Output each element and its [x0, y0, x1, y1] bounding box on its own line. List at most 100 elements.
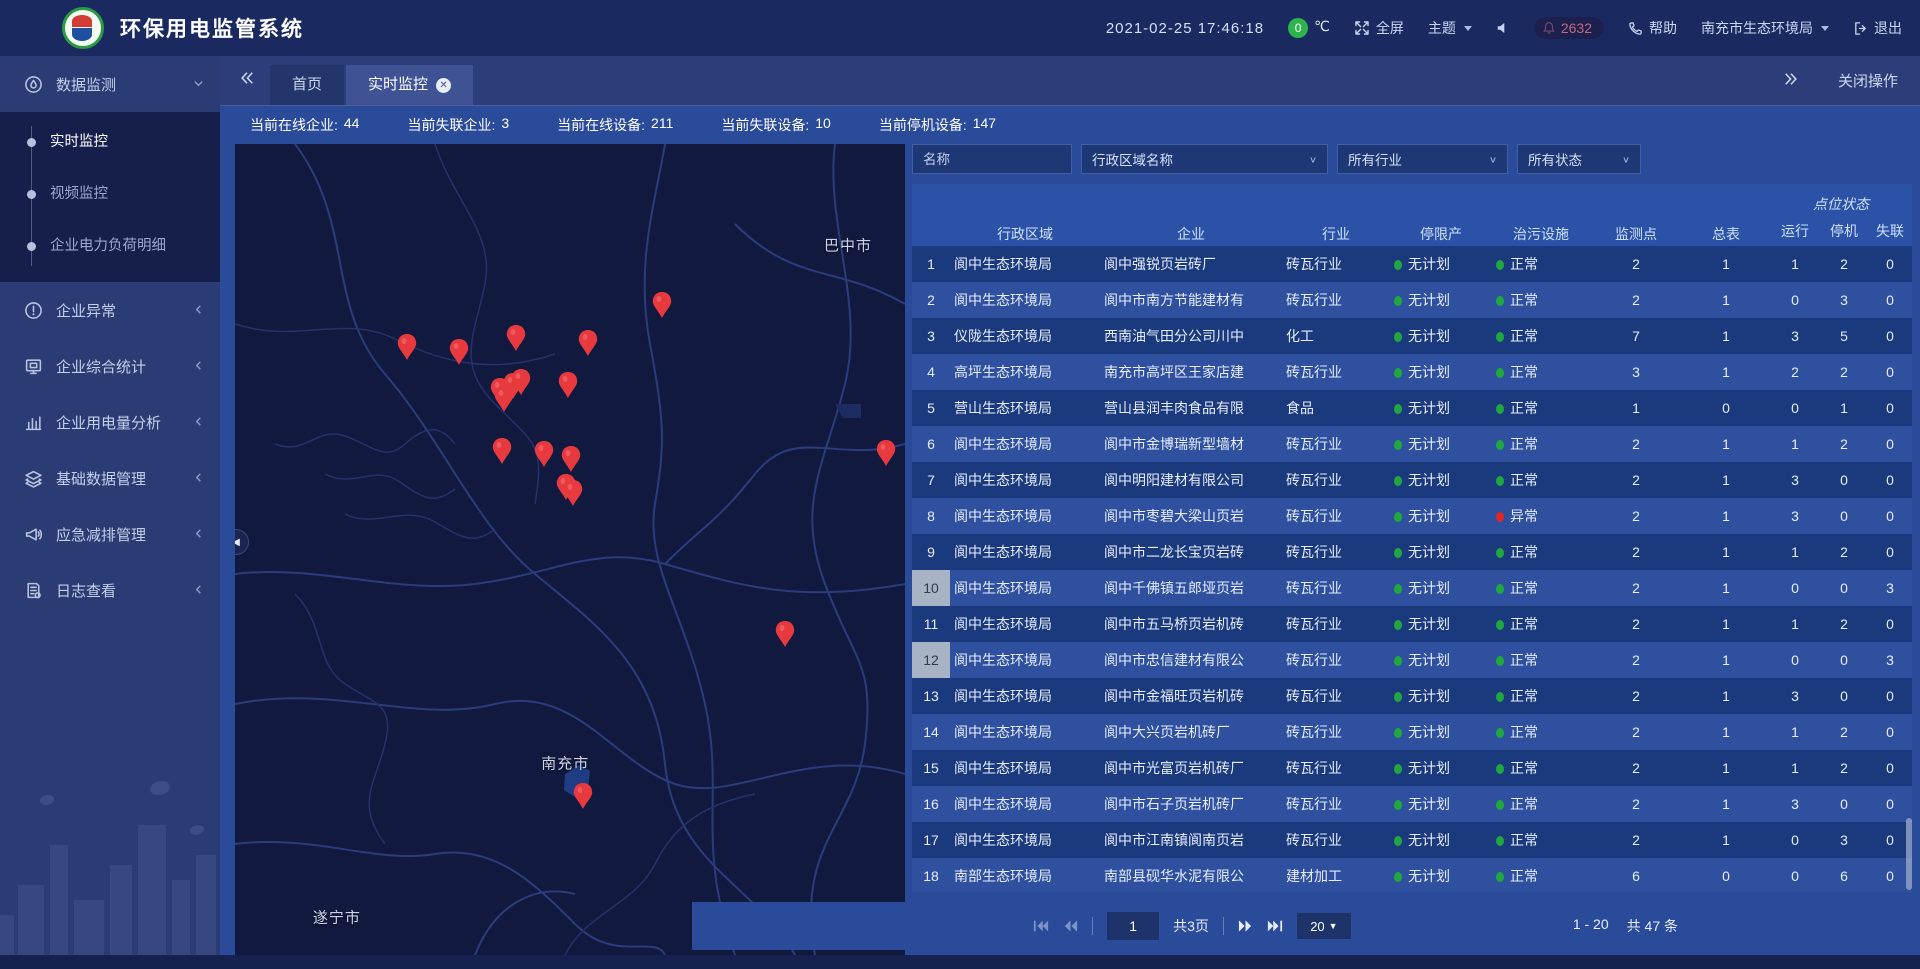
- close-operations-button[interactable]: 关闭操作: [1838, 70, 1898, 91]
- status-filter-select[interactable]: 所有状态 ∨: [1517, 144, 1641, 174]
- alert-icon: [24, 301, 43, 320]
- cell-company: 营山县润丰肉食品有限: [1100, 390, 1282, 426]
- cell-lost-count: 0: [1868, 462, 1912, 498]
- row-index: 18: [912, 858, 950, 892]
- sidebar-item-7[interactable]: 基础数据管理: [0, 450, 220, 506]
- map-pin[interactable]: [561, 446, 581, 472]
- cell-monitor-count: 2: [1590, 462, 1682, 498]
- map-panel[interactable]: 巴中市南充市遂宁市 ◀: [235, 144, 905, 955]
- table-row[interactable]: 18南部生态环境局南部县砚华水泥有限公建材加工无计划正常60060: [912, 858, 1912, 892]
- cell-meter-count: 1: [1682, 786, 1770, 822]
- status-dot: [1496, 620, 1504, 630]
- region-filter-select[interactable]: 行政区域名称 ∨: [1081, 144, 1328, 174]
- sound-button[interactable]: [1496, 21, 1510, 35]
- sidebar-subitem-1[interactable]: 实时监控: [0, 116, 220, 168]
- table-row[interactable]: 9阆中生态环境局阆中市二龙长宝页岩砖砖瓦行业无计划正常21120: [912, 534, 1912, 570]
- cell-company: 南充市高坪区王家店建: [1100, 354, 1282, 390]
- logout-button[interactable]: 退出: [1853, 18, 1902, 38]
- map-pin[interactable]: [876, 440, 896, 466]
- map-pin[interactable]: [573, 783, 593, 809]
- cell-company: 阆中强锐页岩砖厂: [1100, 246, 1282, 282]
- status-dot: [1496, 872, 1504, 882]
- close-tab-icon[interactable]: ✕: [436, 78, 451, 93]
- map-pin[interactable]: [578, 330, 598, 356]
- status-dot: [1496, 656, 1504, 666]
- table-row[interactable]: 14阆中生态环境局阆中大兴页岩机砖厂砖瓦行业无计划正常21120: [912, 714, 1912, 750]
- sidebar-subitem-3[interactable]: 企业电力负荷明细: [0, 220, 220, 272]
- cell-facility-status: 正常: [1492, 714, 1590, 750]
- sidebar-subitem-2[interactable]: 视频监控: [0, 168, 220, 220]
- page-number-input[interactable]: [1107, 912, 1159, 940]
- cell-limit-status: 无计划: [1390, 642, 1492, 678]
- tabs-scroll-left-button[interactable]: [240, 71, 254, 90]
- table-row[interactable]: 6阆中生态环境局阆中市金博瑞新型墙材砖瓦行业无计划正常21120: [912, 426, 1912, 462]
- status-dot: [1496, 836, 1504, 846]
- org-dropdown[interactable]: 南充市生态环境局: [1701, 18, 1829, 38]
- industry-filter-select[interactable]: 所有行业 ∨: [1337, 144, 1508, 174]
- sidebar-item-8[interactable]: 应急减排管理: [0, 506, 220, 562]
- pager-divider: [1223, 917, 1224, 935]
- last-page-button[interactable]: [1267, 919, 1283, 933]
- temperature: 0 ℃: [1288, 18, 1330, 38]
- fullscreen-button[interactable]: 全屏: [1354, 18, 1404, 38]
- name-filter-input[interactable]: [912, 144, 1072, 174]
- page-size-select[interactable]: 20 ▼: [1297, 913, 1351, 939]
- map-pin[interactable]: [558, 372, 578, 398]
- sidebar-item-5[interactable]: 企业综合统计: [0, 338, 220, 394]
- map-pin[interactable]: [775, 621, 795, 647]
- table-row[interactable]: 17阆中生态环境局阆中市江南镇阆南页岩砖瓦行业无计划正常21030: [912, 822, 1912, 858]
- map-pin[interactable]: [511, 369, 531, 395]
- cell-limit-status: 无计划: [1390, 354, 1492, 390]
- cell-industry: 砖瓦行业: [1282, 282, 1390, 318]
- status-dot: [1394, 836, 1402, 846]
- app-logo-icon: [62, 7, 104, 49]
- sidebar-item-9[interactable]: 日志查看: [0, 562, 220, 618]
- table-row[interactable]: 16阆中生态环境局阆中市石子页岩机砖厂砖瓦行业无计划正常21300: [912, 786, 1912, 822]
- sidebar-item-4[interactable]: 企业异常: [0, 282, 220, 338]
- table-row[interactable]: 4高坪生态环境局南充市高坪区王家店建砖瓦行业无计划正常31220: [912, 354, 1912, 390]
- table-row[interactable]: 12阆中生态环境局阆中市忠信建材有限公砖瓦行业无计划正常21003: [912, 642, 1912, 678]
- theme-dropdown[interactable]: 主题: [1428, 18, 1472, 38]
- map-pin[interactable]: [492, 438, 512, 464]
- tab-realtime-monitor[interactable]: 实时监控 ✕: [346, 65, 473, 105]
- cell-lost-count: 0: [1868, 750, 1912, 786]
- map-pin[interactable]: [506, 325, 526, 351]
- map-pin[interactable]: [494, 386, 514, 412]
- help-button[interactable]: 帮助: [1628, 18, 1677, 38]
- tabs-scroll-right-button[interactable]: [1784, 72, 1798, 90]
- table-row[interactable]: 11阆中生态环境局阆中市五马桥页岩机砖砖瓦行业无计划正常21120: [912, 606, 1912, 642]
- sidebar-item-label: 企业用电量分析: [56, 412, 161, 433]
- cell-meter-count: 1: [1682, 642, 1770, 678]
- cell-region: 阆中生态环境局: [950, 606, 1100, 642]
- map-pin[interactable]: [534, 441, 554, 467]
- pager-divider: [1092, 917, 1093, 935]
- table-row[interactable]: 1阆中生态环境局阆中强锐页岩砖厂砖瓦行业无计划正常21120: [912, 246, 1912, 282]
- first-page-button[interactable]: [1033, 919, 1049, 933]
- table-row[interactable]: 3仪陇生态环境局西南油气田分公司川中化工无计划正常71350: [912, 318, 1912, 354]
- chevron-left-icon: [193, 584, 204, 595]
- prev-page-button[interactable]: [1063, 919, 1078, 933]
- map-pin[interactable]: [652, 292, 672, 318]
- map-pin[interactable]: [563, 480, 583, 506]
- map-pin[interactable]: [397, 334, 417, 360]
- cell-monitor-count: 2: [1590, 498, 1682, 534]
- enterprise-table-wrap: 行政区域 企业 行业 停限产 治污设施 监测点 总表 点位状态 运行 停机 失联: [912, 184, 1912, 892]
- sidebar-item-0[interactable]: 数据监测: [0, 56, 220, 112]
- notifications-badge[interactable]: 2632: [1534, 17, 1604, 39]
- table-row[interactable]: 13阆中生态环境局阆中市金福旺页岩机砖砖瓦行业无计划正常21300: [912, 678, 1912, 714]
- sidebar-item-6[interactable]: 企业用电量分析: [0, 394, 220, 450]
- table-row[interactable]: 5营山生态环境局营山县润丰肉食品有限食品无计划正常10010: [912, 390, 1912, 426]
- table-row[interactable]: 8阆中生态环境局阆中市枣碧大梁山页岩砖瓦行业无计划异常21300: [912, 498, 1912, 534]
- next-page-button[interactable]: [1238, 919, 1253, 933]
- cell-lost-count: 0: [1868, 606, 1912, 642]
- stat-value: 3: [501, 115, 509, 135]
- table-row[interactable]: 2阆中生态环境局阆中市南方节能建材有砖瓦行业无计划正常21030: [912, 282, 1912, 318]
- tab-home[interactable]: 首页: [270, 65, 344, 105]
- table-row[interactable]: 10阆中生态环境局阆中千佛镇五郎垭页岩砖瓦行业无计划正常21003: [912, 570, 1912, 606]
- table-scrollbar[interactable]: [1906, 818, 1912, 890]
- table-row[interactable]: 15阆中生态环境局阆中市光富页岩机砖厂砖瓦行业无计划正常21120: [912, 750, 1912, 786]
- map-pin[interactable]: [449, 339, 469, 365]
- cell-company: 阆中市南方节能建材有: [1100, 282, 1282, 318]
- table-row[interactable]: 7阆中生态环境局阆中明阳建材有限公司砖瓦行业无计划正常21300: [912, 462, 1912, 498]
- cell-region: 高坪生态环境局: [950, 354, 1100, 390]
